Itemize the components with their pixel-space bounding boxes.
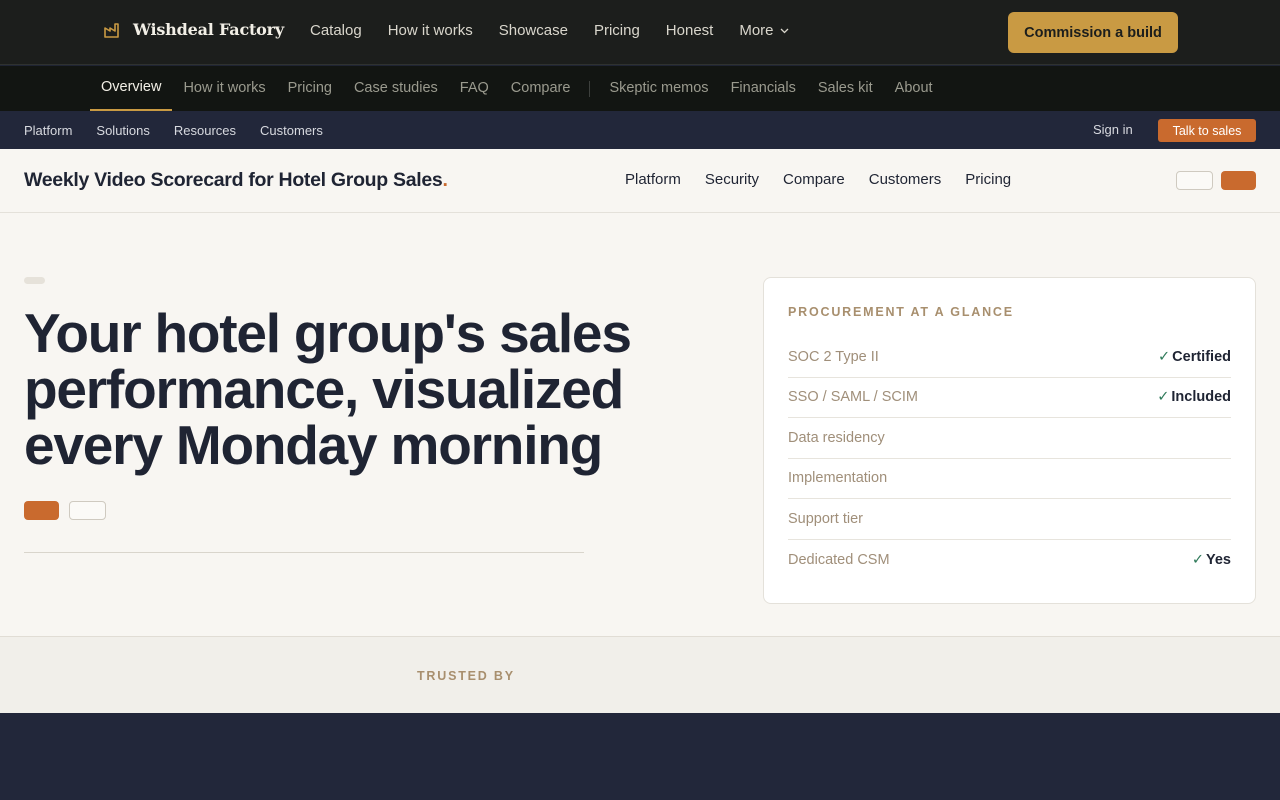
procurement-row-label: Data residency <box>788 429 885 446</box>
procurement-row-value-text: Certified <box>1172 348 1231 365</box>
dark-section <box>0 713 1280 800</box>
utility-bar: Platform Solutions Resources Customers S… <box>0 111 1280 149</box>
procurement-row-label: SSO / SAML / SCIM <box>788 389 918 406</box>
trusted-by-section: TRUSTED BY <box>0 636 1280 713</box>
nav-how-it-works[interactable]: How it works <box>388 22 473 39</box>
brand-logo[interactable]: Wishdeal Factory <box>103 20 284 39</box>
procurement-row-label: Support tier <box>788 510 863 527</box>
talk-to-sales-button[interactable]: Talk to sales <box>1158 119 1256 142</box>
procurement-row: Support tier <box>788 499 1231 540</box>
header-secondary-button[interactable] <box>1176 171 1213 190</box>
nav-pricing[interactable]: Pricing <box>594 22 640 39</box>
nav-more-dropdown[interactable]: More <box>739 22 788 39</box>
utility-customers[interactable]: Customers <box>260 123 323 138</box>
product-nav-pricing[interactable]: Pricing <box>965 171 1011 188</box>
hero-secondary-button[interactable] <box>69 501 106 520</box>
utility-resources[interactable]: Resources <box>174 123 236 138</box>
product-nav-security[interactable]: Security <box>705 171 759 188</box>
nav-catalog[interactable]: Catalog <box>310 22 362 39</box>
product-nav-customers[interactable]: Customers <box>869 171 942 188</box>
check-icon: ✓ <box>1191 551 1204 568</box>
section-subnav: Overview How it works Pricing Case studi… <box>0 66 1280 111</box>
procurement-list: SOC 2 Type II ✓ Certified SSO / SAML / SC… <box>788 337 1231 580</box>
subnav-case-studies[interactable]: Case studies <box>343 66 449 111</box>
procurement-row-value: ✓ Certified <box>1158 349 1231 365</box>
subnav-faq[interactable]: FAQ <box>449 66 500 111</box>
subnav-financials[interactable]: Financials <box>720 66 807 111</box>
procurement-row-value-text: Yes <box>1206 551 1231 568</box>
header-primary-button[interactable] <box>1221 171 1256 190</box>
product-header: Weekly Video Scorecard for Hotel Group S… <box>0 149 1280 213</box>
procurement-row-label: Implementation <box>788 470 888 487</box>
utility-platform[interactable]: Platform <box>24 123 72 138</box>
procurement-row-value <box>1229 430 1231 446</box>
procurement-row-value <box>1229 511 1231 527</box>
check-icon: ✓ <box>1158 348 1171 365</box>
procurement-row-label: SOC 2 Type II <box>788 348 879 365</box>
subnav-sales-kit[interactable]: Sales kit <box>807 66 884 111</box>
commission-build-button[interactable]: Commission a build <box>1008 12 1178 53</box>
hero-divider <box>24 552 584 553</box>
hero-headline: Your hotel group's sales performance, vi… <box>24 302 632 476</box>
procurement-row-value-text: Included <box>1171 389 1231 406</box>
procurement-card-title: PROCUREMENT AT A GLANCE <box>788 305 1014 319</box>
subnav-about[interactable]: About <box>884 66 944 111</box>
subnav-how-it-works[interactable]: How it works <box>172 66 276 111</box>
top-navbar: Wishdeal Factory Catalog How it works Sh… <box>0 0 1280 65</box>
product-nav-platform[interactable]: Platform <box>625 171 681 188</box>
product-nav-compare[interactable]: Compare <box>783 171 845 188</box>
product-nav: Platform Security Compare Customers Pric… <box>625 171 1011 188</box>
chevron-down-icon <box>780 28 788 33</box>
trusted-by-label: TRUSTED BY <box>417 669 515 683</box>
product-title-text: Weekly Video Scorecard for Hotel Group S… <box>24 169 443 191</box>
subnav-pricing[interactable]: Pricing <box>277 66 343 111</box>
product-title[interactable]: Weekly Video Scorecard for Hotel Group S… <box>24 169 448 192</box>
nav-honest[interactable]: Honest <box>666 22 714 39</box>
procurement-row: Data residency <box>788 418 1231 459</box>
procurement-row-value: ✓ Included <box>1157 389 1231 405</box>
procurement-row: SSO / SAML / SCIM ✓ Included <box>788 378 1231 418</box>
subnav-overview[interactable]: Overview <box>90 66 173 111</box>
subnav-compare[interactable]: Compare <box>500 66 582 111</box>
eyebrow-badge <box>24 277 45 284</box>
nav-showcase[interactable]: Showcase <box>499 22 568 39</box>
procurement-row: Implementation <box>788 459 1231 499</box>
subnav-divider <box>589 80 591 97</box>
procurement-card: PROCUREMENT AT A GLANCE SOC 2 Type II ✓ C… <box>763 277 1256 604</box>
sign-in-link[interactable]: Sign in <box>1093 122 1133 137</box>
factory-icon <box>104 22 119 38</box>
procurement-row-value: ✓ Yes <box>1192 552 1231 568</box>
nav-more-label: More <box>739 22 774 39</box>
subnav-skeptic-memos[interactable]: Skeptic memos <box>598 66 719 111</box>
procurement-row-label: Dedicated CSM <box>788 551 890 568</box>
brand-name: Wishdeal Factory <box>133 20 284 39</box>
utility-solutions[interactable]: Solutions <box>96 123 149 138</box>
procurement-row: Dedicated CSM ✓ Yes <box>788 540 1231 581</box>
title-accent-dot: . <box>442 169 448 191</box>
procurement-row: SOC 2 Type II ✓ Certified <box>788 337 1231 378</box>
hero-section: Your hotel group's sales performance, vi… <box>0 213 1280 636</box>
check-icon: ✓ <box>1157 389 1170 406</box>
hero-primary-button[interactable] <box>24 501 59 520</box>
main-nav: Catalog How it works Showcase Pricing Ho… <box>310 22 789 39</box>
procurement-row-value <box>1229 470 1231 486</box>
